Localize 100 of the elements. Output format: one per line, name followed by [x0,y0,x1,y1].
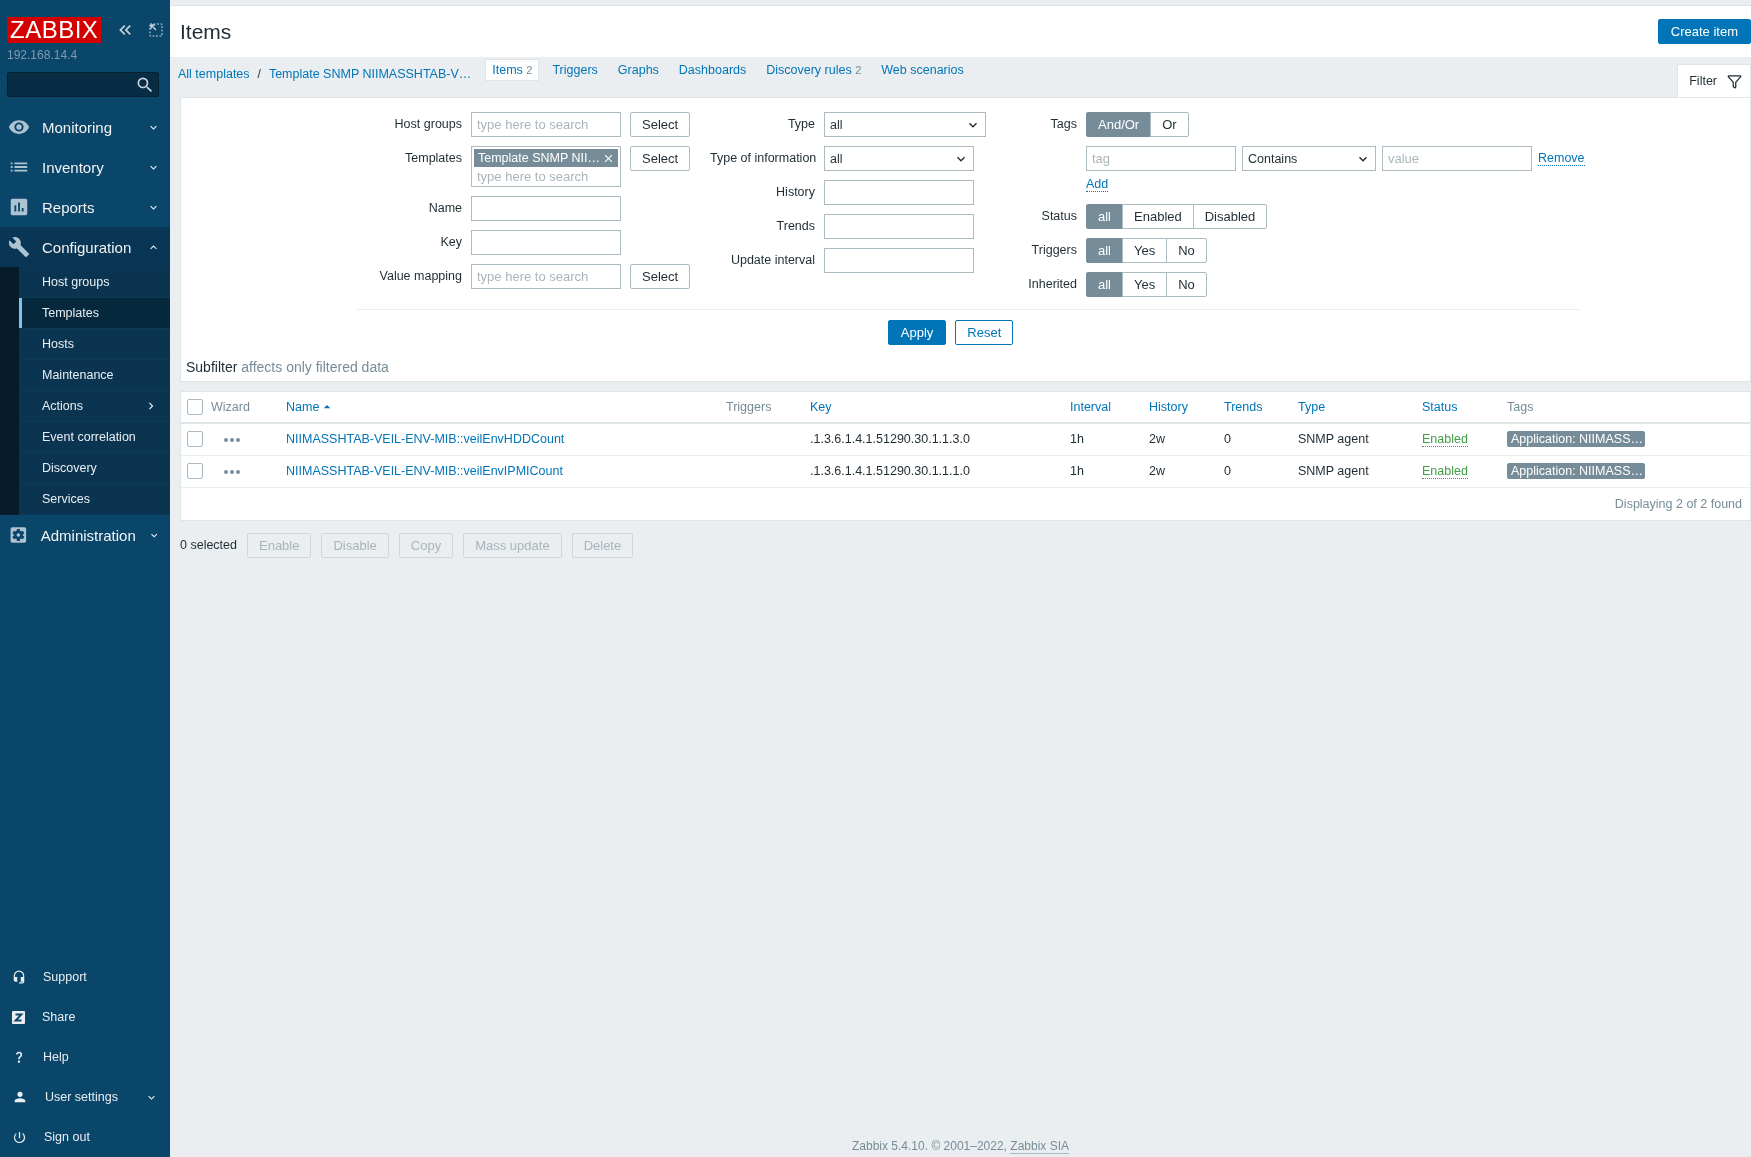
checkbox[interactable] [187,399,203,415]
menu-item[interactable]: Administration [0,515,170,555]
multiselect-field[interactable]: Template SNMP NII… type here to search [471,146,621,187]
submenu-item[interactable]: Templates [19,298,170,329]
menu-item[interactable]: User settings [0,1077,170,1117]
column-header: Wizard [211,400,250,414]
table-cell: 2w [1149,432,1165,447]
input-field[interactable] [824,180,974,205]
selected-count: 0 selected [180,538,237,552]
menu-item[interactable]: Help [0,1037,170,1077]
multiselect-field[interactable]: type here to search [471,264,621,289]
user-icon [12,1089,28,1105]
checkbox[interactable] [187,463,203,479]
toggle-option[interactable]: all [1086,238,1123,263]
more-icon[interactable] [223,469,241,475]
toggle-option[interactable]: Or [1150,112,1189,137]
input-field[interactable] [824,248,974,273]
dropdown[interactable]: all [824,112,986,137]
reset-button[interactable]: Reset [955,320,1014,345]
field-label: Templates [404,150,462,167]
menu-item[interactable]: Inventory [0,147,170,187]
column-header[interactable]: Name [286,399,336,415]
table-cell: 1h [1070,464,1084,478]
add-link[interactable]: Add [1086,177,1109,192]
dropdown[interactable]: all [824,146,974,171]
apply-button[interactable]: Apply [887,320,947,345]
table-cell: 0 [1224,432,1231,447]
menu-item[interactable]: Sign out [0,1117,170,1157]
item-name-link[interactable]: NIIMASSHTAB-VEIL-ENV-MIB::veilEnvHDDCount [286,432,565,447]
table-cell: SNMP agent [1298,432,1369,447]
menu-item[interactable]: Configuration [0,227,170,267]
menu-item[interactable]: Reports [0,187,170,227]
breadcrumb-link[interactable]: Template SNMP NIIMASSHTAB-V… [268,66,472,81]
more-icon[interactable] [223,437,241,444]
column-header[interactable]: History [1149,400,1188,414]
multiselect-field[interactable]: type here to search [471,112,621,137]
input-field[interactable]: tag [1086,146,1236,171]
dropdown[interactable]: Contains [1242,146,1376,171]
input-field[interactable]: value [1382,146,1532,171]
share-icon [12,1010,25,1024]
status-link[interactable]: Enabled [1422,432,1468,448]
remove-link[interactable]: Remove [1538,151,1585,166]
gear-icon [8,524,29,546]
tab[interactable]: Graphs [610,59,666,81]
column-header: Triggers [726,400,772,414]
create-item-button[interactable]: Create item [1657,19,1751,44]
submenu-item[interactable]: Actions [19,391,170,422]
submenu-item[interactable]: Maintenance [19,360,170,391]
menu-item[interactable]: Support [0,957,170,997]
column-header[interactable]: Key [810,400,832,414]
select-button[interactable]: Select [630,146,691,171]
tab[interactable]: Dashboards [671,59,754,81]
select-button[interactable]: Select [630,112,691,137]
menu-item[interactable]: Share [0,997,170,1037]
toggle-option[interactable]: Yes [1122,238,1168,263]
table-cell: SNMP agent [1298,464,1369,478]
tab[interactable]: Items 2 [485,59,540,81]
toggle-option[interactable]: all [1086,204,1123,229]
menu-item[interactable]: Monitoring [0,107,170,147]
table-footer-text: Displaying 2 of 2 found [1614,496,1742,511]
submenu-item[interactable]: Hosts [19,329,170,360]
toggle-option[interactable]: No [1166,238,1207,263]
column-header[interactable]: Type [1298,400,1326,414]
selected-chip[interactable]: Template SNMP NII… [474,149,618,167]
field-label: Inherited [1027,276,1077,293]
status-link[interactable]: Enabled [1422,464,1468,479]
field-label: Value mapping [378,268,462,285]
input-field[interactable] [471,230,621,255]
search-field[interactable] [7,72,159,97]
kiosk-mode-icon[interactable] [149,23,164,37]
item-name-link[interactable]: NIIMASSHTAB-VEIL-ENV-MIB::veilEnvIPMICount [286,464,563,478]
input-field[interactable] [471,196,621,221]
toggle-option[interactable]: No [1166,272,1207,297]
tab[interactable]: Web scenarios [874,59,971,81]
field-label: Status [1040,208,1077,225]
column-header[interactable]: Interval [1070,400,1111,414]
column-header[interactable]: Status [1422,400,1458,414]
select-button[interactable]: Select [630,264,691,289]
toggle-option[interactable]: Disabled [1192,204,1268,229]
company-link[interactable]: Zabbix SIA [1010,1139,1069,1154]
submenu-item[interactable]: Discovery [19,453,170,484]
headset-icon [12,970,26,984]
checkbox[interactable] [187,431,203,448]
column-header[interactable]: Trends [1224,400,1263,414]
submenu-item[interactable]: Services [19,484,170,515]
tab[interactable]: Discovery rules 2 [759,59,869,81]
tag-label: Application: NIIMASS… [1507,431,1645,448]
submenu-item[interactable]: Host groups [19,267,170,298]
power-icon [12,1129,27,1145]
toggle-option[interactable]: Enabled [1122,204,1194,229]
wrench-icon [8,236,30,258]
toggle-option[interactable]: And/Or [1086,112,1152,137]
tab[interactable]: Triggers [545,59,605,81]
filter-tab[interactable]: Filter [1677,64,1751,97]
breadcrumb-link[interactable]: All templates [178,66,250,81]
submenu-item[interactable]: Event correlation [19,422,170,453]
toggle-option[interactable]: Yes [1122,272,1168,297]
toggle-option[interactable]: all [1086,272,1123,297]
input-field[interactable] [824,214,974,239]
table-cell: .1.3.6.1.4.1.51290.30.1.1.3.0 [810,432,970,447]
